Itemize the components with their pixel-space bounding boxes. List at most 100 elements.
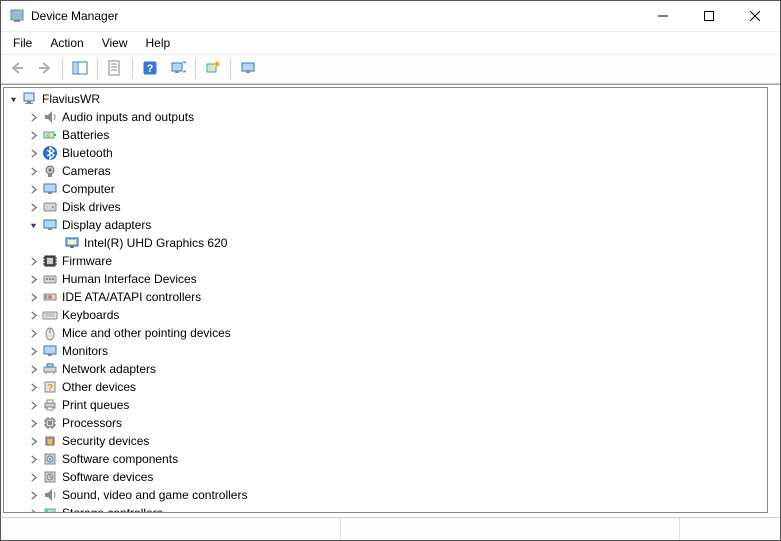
- tree-category-node[interactable]: Sound, video and game controllers: [4, 486, 767, 504]
- chevron-right-icon[interactable]: [26, 272, 40, 286]
- print-icon: [42, 397, 58, 413]
- menu-action[interactable]: Action: [42, 34, 91, 52]
- pc-icon: [22, 91, 38, 107]
- ide-icon: [42, 289, 58, 305]
- chevron-right-icon[interactable]: [26, 416, 40, 430]
- status-cell: [680, 518, 780, 540]
- tree-category-node[interactable]: IDE ATA/ATAPI controllers: [4, 288, 767, 306]
- chevron-right-icon[interactable]: [26, 398, 40, 412]
- toolbar-separator: [195, 59, 196, 79]
- chevron-right-icon[interactable]: [26, 326, 40, 340]
- chevron-right-icon: [48, 236, 62, 250]
- tree-category-node[interactable]: Monitors: [4, 342, 767, 360]
- battery-icon: [42, 127, 58, 143]
- camera-icon: [42, 163, 58, 179]
- chevron-right-icon[interactable]: [26, 128, 40, 142]
- tree-category-node[interactable]: Keyboards: [4, 306, 767, 324]
- toolbar-scan-button[interactable]: [165, 56, 191, 82]
- monitor-icon: [42, 343, 58, 359]
- tree-category-node[interactable]: Print queues: [4, 396, 767, 414]
- mouse-icon: [42, 325, 58, 341]
- device-tree[interactable]: FlaviusWR Audio inputs and outputs Batteri…: [3, 87, 768, 513]
- tree-category-node[interactable]: Batteries: [4, 126, 767, 144]
- menu-bar: File Action View Help: [1, 32, 780, 55]
- tree-category-node[interactable]: Audio inputs and outputs: [4, 108, 767, 126]
- tree-node-label: Batteries: [62, 128, 115, 142]
- chevron-right-icon[interactable]: [26, 290, 40, 304]
- swcomp-icon: [42, 451, 58, 467]
- chevron-right-icon[interactable]: [26, 452, 40, 466]
- tree-category-node[interactable]: Bluetooth: [4, 144, 767, 162]
- toolbar-add-legacy-button[interactable]: [200, 56, 226, 82]
- toolbar-view-button[interactable]: [235, 56, 261, 82]
- tree-node-label: Keyboards: [62, 308, 125, 322]
- tree-category-node[interactable]: ?Other devices: [4, 378, 767, 396]
- toolbar: ?: [1, 55, 780, 84]
- security-icon: [42, 433, 58, 449]
- chevron-down-icon[interactable]: [26, 218, 40, 232]
- tree-category-node[interactable]: Computer: [4, 180, 767, 198]
- chevron-right-icon[interactable]: [26, 488, 40, 502]
- close-button[interactable]: [732, 1, 778, 31]
- tree-node-label: Software devices: [62, 470, 159, 484]
- disk-icon: [42, 199, 58, 215]
- chevron-right-icon[interactable]: [26, 146, 40, 160]
- menu-help[interactable]: Help: [138, 34, 179, 52]
- menu-view[interactable]: View: [94, 34, 136, 52]
- tree-category-node[interactable]: Software devices: [4, 468, 767, 486]
- tree-node-label: FlaviusWR: [42, 92, 106, 106]
- window-title: Device Manager: [31, 9, 640, 23]
- chevron-down-icon[interactable]: [6, 92, 20, 106]
- chevron-right-icon[interactable]: [26, 362, 40, 376]
- tree-node-label: Other devices: [62, 380, 142, 394]
- tree-category-node[interactable]: Disk drives: [4, 198, 767, 216]
- chevron-right-icon[interactable]: [26, 308, 40, 322]
- chevron-right-icon[interactable]: [26, 344, 40, 358]
- chevron-right-icon[interactable]: [26, 506, 40, 513]
- tree-category-node[interactable]: Display adapters: [4, 216, 767, 234]
- toolbar-forward-button[interactable]: [32, 56, 58, 82]
- status-cell: [1, 518, 341, 540]
- maximize-button[interactable]: [686, 1, 732, 31]
- chevron-right-icon[interactable]: [26, 434, 40, 448]
- toolbar-console-tree-button[interactable]: [67, 56, 93, 82]
- tree-root-node[interactable]: FlaviusWR: [4, 90, 767, 108]
- tree-category-node[interactable]: Software components: [4, 450, 767, 468]
- toolbar-help-button[interactable]: ?: [137, 56, 163, 82]
- toolbar-back-button[interactable]: [4, 56, 30, 82]
- tree-node-label: Software components: [62, 452, 184, 466]
- tree-category-node[interactable]: Storage controllers: [4, 504, 767, 513]
- minimize-button[interactable]: [640, 1, 686, 31]
- status-cell: [341, 518, 681, 540]
- chevron-right-icon[interactable]: [26, 470, 40, 484]
- tree-category-node[interactable]: Cameras: [4, 162, 767, 180]
- tree-node-label: Network adapters: [62, 362, 162, 376]
- tree-device-node[interactable]: Intel(R) UHD Graphics 620: [4, 234, 767, 252]
- title-bar: Device Manager: [1, 1, 780, 32]
- tree-category-node[interactable]: Firmware: [4, 252, 767, 270]
- tree-category-node[interactable]: Mice and other pointing devices: [4, 324, 767, 342]
- chevron-right-icon[interactable]: [26, 182, 40, 196]
- chevron-right-icon[interactable]: [26, 164, 40, 178]
- swdev-icon: [42, 469, 58, 485]
- toolbar-separator: [230, 59, 231, 79]
- toolbar-separator: [62, 59, 63, 79]
- network-icon: [42, 361, 58, 377]
- tree-node-label: Storage controllers: [62, 506, 169, 513]
- display-icon: [42, 217, 58, 233]
- toolbar-separator: [97, 59, 98, 79]
- chevron-right-icon[interactable]: [26, 110, 40, 124]
- tree-category-node[interactable]: Security devices: [4, 432, 767, 450]
- status-bar: [1, 517, 780, 540]
- tree-node-label: Monitors: [62, 344, 114, 358]
- chevron-right-icon[interactable]: [26, 380, 40, 394]
- tree-category-node[interactable]: Human Interface Devices: [4, 270, 767, 288]
- tree-category-node[interactable]: Processors: [4, 414, 767, 432]
- window-controls: [640, 1, 778, 31]
- chevron-right-icon[interactable]: [26, 254, 40, 268]
- toolbar-properties-button[interactable]: [102, 56, 128, 82]
- tree-category-node[interactable]: Network adapters: [4, 360, 767, 378]
- menu-file[interactable]: File: [5, 34, 40, 52]
- tree-node-label: Print queues: [62, 398, 135, 412]
- chevron-right-icon[interactable]: [26, 200, 40, 214]
